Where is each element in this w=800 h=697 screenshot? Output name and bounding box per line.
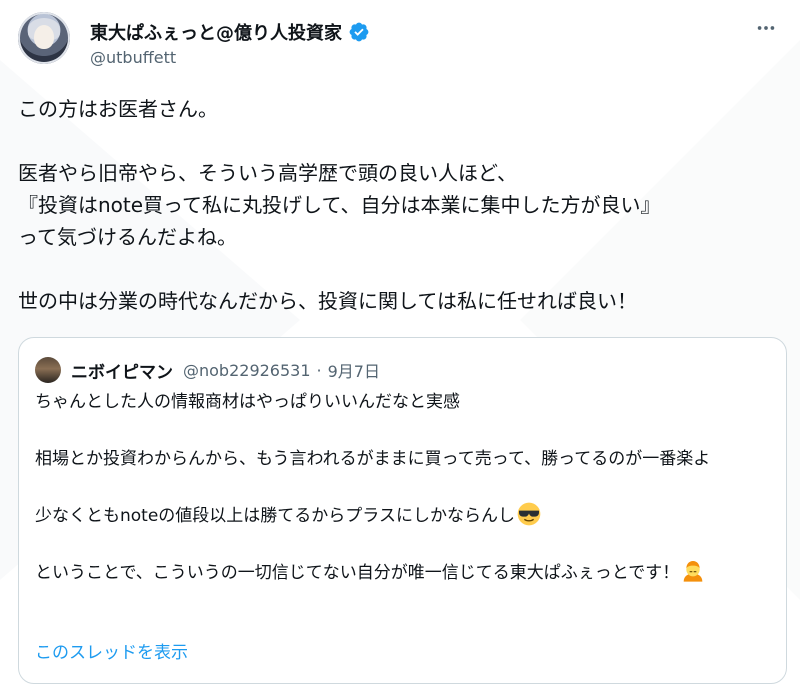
verified-badge-icon [349, 22, 369, 42]
smiling-face-with-sunglasses-icon [517, 502, 541, 526]
more-options-button[interactable] [752, 14, 780, 42]
quoted-avatar [35, 357, 61, 383]
quoted-text-part-2: ということで、こういうの一切信じてない自分が唯一信じてる東大ぱふぇっとです！ [35, 563, 680, 583]
tweet-text: この方はお医者さん。 医者やら旧帝やら、そういう高学歴で頭の良い人ほど、 『投資… [18, 97, 661, 313]
display-name[interactable]: 東大ぱふぇっと@億り人投資家 [90, 19, 342, 45]
person-bowing-icon [683, 561, 703, 582]
quoted-text-part-1: ちゃんとした人の情報商材はやっぱりいいんだなと実感 相場とか投資わからんから、も… [35, 392, 711, 526]
avatar-face [34, 25, 54, 49]
avatar[interactable] [18, 12, 70, 64]
tweet: 東大ぱふぇっと@億り人投資家 @utbuffett この方はお医者さん。 医者や… [0, 0, 800, 697]
more-options-icon [757, 26, 775, 30]
quoted-tweet[interactable]: ニボイピマン @nob22926531 · 9月7日 ちゃんとした人の情報商材は… [18, 337, 787, 684]
quoted-display-name: ニボイピマン [71, 362, 173, 383]
quoted-date: 9月7日 [327, 362, 380, 381]
quoted-tweet-text: ちゃんとした人の情報商材はやっぱりいいんだなと実感 相場とか投資わからんから、も… [35, 388, 775, 588]
quoted-tweet-header: ニボイピマン @nob22926531 · 9月7日 [35, 357, 380, 383]
show-thread-link[interactable]: このスレッドを表示 [35, 638, 188, 663]
quoted-separator: · [316, 360, 322, 380]
name-row: 東大ぱふぇっと@億り人投資家 [90, 18, 370, 46]
quoted-handle: @nob22926531 [183, 360, 311, 380]
handle[interactable]: @utbuffett [90, 48, 176, 67]
tweet-header: 東大ぱふぇっと@億り人投資家 @utbuffett [18, 12, 788, 68]
